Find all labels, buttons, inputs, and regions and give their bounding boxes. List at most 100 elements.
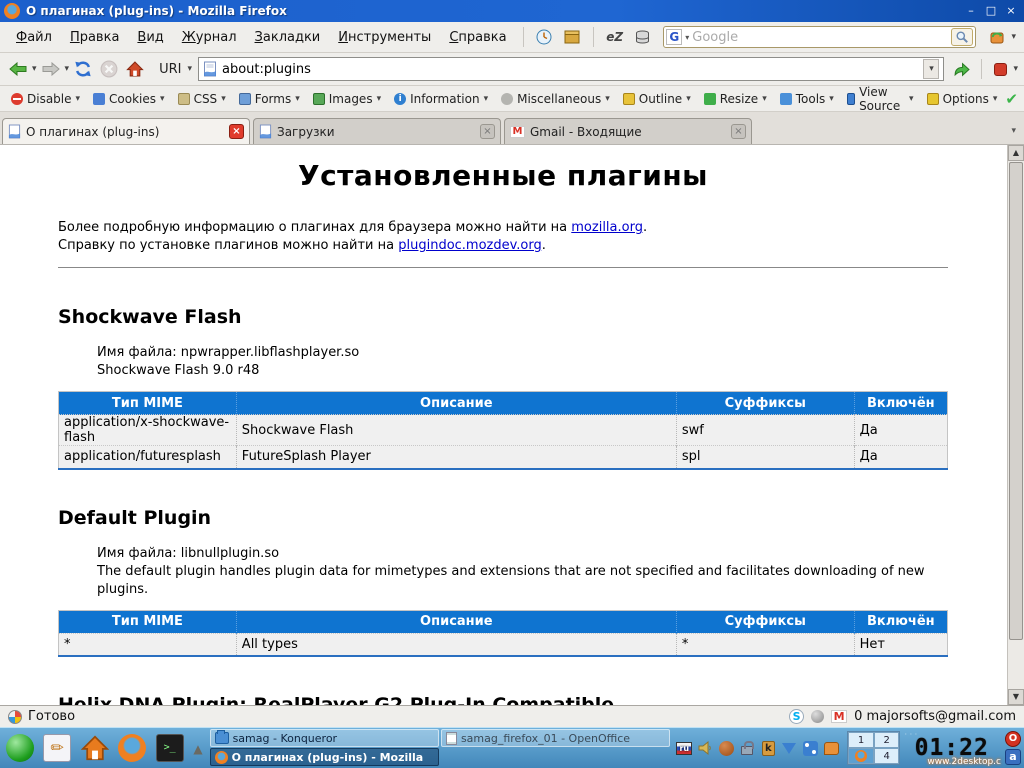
messenger-tray-icon[interactable]	[823, 740, 839, 756]
url-input[interactable]	[217, 62, 923, 77]
pager-desktop-3-current[interactable]	[848, 748, 874, 764]
suse-icon	[6, 734, 34, 762]
tab-plugins[interactable]: О плагинах (plug-ins) ×	[2, 118, 250, 144]
panel-hide-arrow-icon[interactable]	[190, 742, 205, 756]
menu-history[interactable]: Журнал	[174, 26, 245, 49]
tab-close-icon[interactable]: ×	[731, 124, 746, 139]
stop-button[interactable]	[97, 58, 121, 80]
google-favicon[interactable]: G	[666, 29, 682, 45]
back-button[interactable]	[6, 60, 30, 78]
resize-icon	[704, 93, 716, 105]
klipper-tray-icon[interactable]	[760, 740, 776, 756]
vertical-scrollbar[interactable]: ▲ ▼	[1007, 145, 1024, 705]
disable-icon	[11, 93, 23, 105]
kget-tray-icon[interactable]	[781, 740, 797, 756]
task-firefox-active[interactable]: О плагинах (plug-ins) - Mozilla	[210, 748, 439, 766]
webdev-item-information[interactable]: Information▾	[389, 90, 493, 108]
back-history-caret-icon[interactable]: ▾	[32, 64, 37, 74]
webdev-item-cookies[interactable]: Cookies▾	[88, 90, 170, 108]
forward-button[interactable]	[39, 60, 63, 78]
logout-icon[interactable]	[1005, 731, 1021, 747]
mozilla-org-link[interactable]: mozilla.org	[571, 220, 643, 235]
update-addon-icon[interactable]	[988, 28, 1006, 46]
menu-edit[interactable]: Правка	[62, 26, 127, 49]
uri-dropdown[interactable]: URI	[159, 62, 181, 77]
search-input[interactable]	[692, 30, 951, 45]
web-developer-toolbar: Disable▾ Cookies▾ CSS▾ Forms▾ Images▾ In…	[0, 86, 1024, 112]
watchdog-tray-icon[interactable]	[718, 740, 734, 756]
home-button[interactable]	[123, 59, 147, 79]
skype-icon[interactable]	[789, 709, 804, 724]
menu-help[interactable]: Справка	[441, 26, 514, 49]
konsole-launcher[interactable]	[153, 731, 186, 765]
webdev-item-outline[interactable]: Outline▾	[618, 90, 696, 108]
pager-desktop-2[interactable]: 2	[874, 732, 900, 748]
webdev-item-resize[interactable]: Resize▾	[699, 90, 772, 108]
firefox-launcher[interactable]	[115, 731, 148, 765]
browser-viewport: Установленные плагины Более подробную ин…	[0, 145, 1024, 705]
section-heading-shockwave: Shockwave Flash	[58, 306, 948, 328]
search-engine-caret-icon[interactable]: ▾	[685, 33, 689, 42]
webdev-item-tools[interactable]: Tools▾	[775, 90, 839, 108]
webdev-item-miscellaneous[interactable]: Miscellaneous▾	[496, 90, 615, 108]
forward-history-caret-icon[interactable]: ▾	[65, 64, 70, 74]
clock-applet[interactable]: · · · 01:22 www.2desktop.c	[904, 729, 999, 767]
menu-file[interactable]: Файл	[8, 26, 60, 49]
maximize-button[interactable]: □	[982, 3, 1000, 19]
task-openoffice[interactable]: samag_firefox_01 - OpenOffice	[441, 729, 670, 747]
tab-label: О плагинах (plug-ins)	[26, 125, 224, 139]
archive-box-icon[interactable]	[563, 28, 581, 46]
scrollbar-thumb[interactable]	[1009, 162, 1023, 640]
gmail-notifier-icon[interactable]	[831, 710, 847, 723]
tray-app-a-icon[interactable]	[1005, 749, 1021, 765]
reload-button[interactable]	[71, 58, 95, 80]
world-clock-icon[interactable]	[535, 28, 553, 46]
tab-close-icon[interactable]: ×	[480, 124, 495, 139]
search-go-button[interactable]	[951, 28, 973, 46]
addon-caret-icon[interactable]: ▾	[1011, 32, 1016, 42]
home-launcher[interactable]	[78, 731, 111, 765]
menu-tools[interactable]: Инструменты	[330, 26, 439, 49]
security-tray-icon[interactable]	[739, 740, 755, 756]
sphere-icon[interactable]	[811, 710, 824, 723]
webdev-item-view-source[interactable]: View Source▾	[842, 83, 919, 115]
task-konqueror[interactable]: samag - Konqueror	[210, 729, 439, 747]
miscellaneous-icon	[501, 93, 513, 105]
suse-menu-button[interactable]	[3, 731, 36, 765]
webdev-item-options[interactable]: Options▾	[922, 90, 1003, 108]
panel-edge-buttons	[1005, 731, 1021, 765]
render-mode-pie-icon[interactable]	[8, 710, 22, 724]
extension-button-icon[interactable]	[994, 63, 1007, 76]
scroll-up-button[interactable]: ▲	[1008, 145, 1024, 161]
url-history-caret-icon[interactable]: ▾	[923, 59, 939, 79]
outline-icon	[623, 93, 635, 105]
go-button[interactable]	[950, 60, 973, 79]
webdev-item-forms[interactable]: Forms▾	[234, 90, 305, 108]
close-button[interactable]: ×	[1002, 3, 1020, 19]
scroll-down-button[interactable]: ▼	[1008, 689, 1024, 705]
separator	[981, 59, 982, 79]
volume-tray-icon[interactable]	[697, 740, 713, 756]
notes-launcher[interactable]	[40, 731, 73, 765]
menu-view[interactable]: Вид	[129, 26, 171, 49]
tab-close-icon[interactable]: ×	[229, 124, 244, 139]
menu-bookmarks[interactable]: Закладки	[247, 26, 329, 49]
tab-downloads[interactable]: Загрузки ×	[253, 118, 501, 144]
tab-gmail[interactable]: Gmail - Входящие ×	[504, 118, 752, 144]
mime-table-default-plugin: Тип MIME Описание Суффиксы Включён * All…	[58, 610, 948, 658]
pager-desktop-1[interactable]: 1	[848, 732, 874, 748]
tab-list-caret-icon[interactable]: ▾	[1005, 126, 1022, 136]
webdev-item-images[interactable]: Images▾	[308, 90, 386, 108]
ez-extension-icon[interactable]: eZ	[606, 28, 624, 46]
cookies-icon	[93, 93, 105, 105]
plugindoc-link[interactable]: plugindoc.mozdev.org	[398, 238, 542, 253]
network-tray-icon[interactable]	[802, 740, 818, 756]
keyboard-layout-indicator[interactable]: ru	[676, 740, 692, 756]
uri-caret-icon[interactable]: ▾	[187, 64, 192, 74]
database-icon[interactable]	[634, 28, 652, 46]
webdev-item-disable[interactable]: Disable▾	[6, 90, 85, 108]
webdev-item-css[interactable]: CSS▾	[173, 90, 231, 108]
extension-caret-icon[interactable]: ▾	[1013, 64, 1018, 74]
pager-desktop-4[interactable]: 4	[874, 748, 900, 764]
minimize-button[interactable]: –	[962, 3, 980, 19]
